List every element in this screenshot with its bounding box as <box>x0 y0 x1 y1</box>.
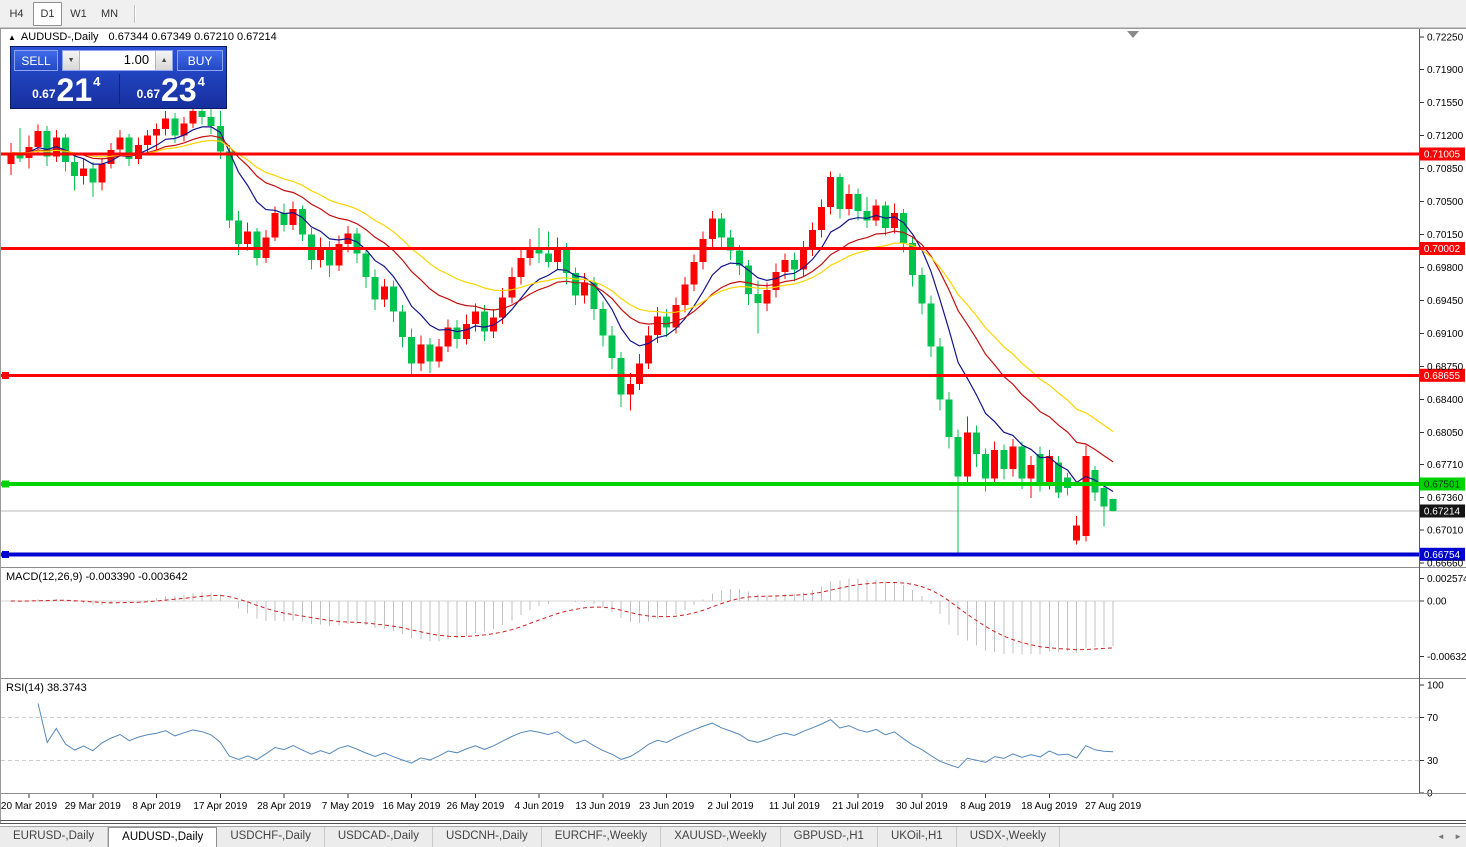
buy-price-pipette: 4 <box>198 74 205 89</box>
timeframe-buttons: H4D1W1MN <box>2 2 126 26</box>
trade-panel-divider <box>119 74 120 104</box>
symbol-tab-usdcnh[interactable]: USDCNH-,Daily <box>433 827 542 847</box>
svg-text:29 Mar 2019: 29 Mar 2019 <box>65 801 122 812</box>
chart-ohlc-values: 0.67344 0.67349 0.67210 0.67214 <box>109 31 277 43</box>
symbol-tabs: EURUSD-,DailyAUDUSD-,DailyUSDCHF-,DailyU… <box>0 827 1060 847</box>
volume-input[interactable]: 1.00 <box>80 51 155 70</box>
symbol-tab-audusd[interactable]: AUDUSD-,Daily <box>108 827 217 847</box>
svg-text:0.69450: 0.69450 <box>1427 296 1464 307</box>
svg-text:0.67214: 0.67214 <box>1424 507 1461 518</box>
svg-text:0.67360: 0.67360 <box>1427 493 1464 504</box>
svg-text:0.70150: 0.70150 <box>1427 230 1464 241</box>
svg-text:17 Apr 2019: 17 Apr 2019 <box>193 801 247 812</box>
timeframe-button-h4[interactable]: H4 <box>2 2 31 26</box>
svg-text:18 Aug 2019: 18 Aug 2019 <box>1021 801 1078 812</box>
sell-button[interactable]: SELL <box>14 50 58 71</box>
sell-price-big: 21 <box>57 75 93 105</box>
svg-text:0.00: 0.00 <box>1427 597 1447 608</box>
svg-text:0.68750: 0.68750 <box>1427 362 1464 373</box>
svg-text:0.002574: 0.002574 <box>1427 574 1466 585</box>
svg-text:0.72250: 0.72250 <box>1427 32 1464 43</box>
symbol-tab-eurusd[interactable]: EURUSD-,Daily <box>0 827 108 847</box>
svg-text:0.68050: 0.68050 <box>1427 428 1464 439</box>
timeframe-button-mn[interactable]: MN <box>95 2 124 26</box>
svg-text:0.67710: 0.67710 <box>1427 460 1464 471</box>
svg-text:13 Jun 2019: 13 Jun 2019 <box>575 801 630 812</box>
svg-text:0.70002: 0.70002 <box>1424 244 1461 255</box>
symbol-tab-usdcad[interactable]: USDCAD-,Daily <box>325 827 433 847</box>
svg-text:28 Apr 2019: 28 Apr 2019 <box>257 801 311 812</box>
svg-text:8 Apr 2019: 8 Apr 2019 <box>132 801 181 812</box>
symbol-tab-gbpusd[interactable]: GBPUSD-,H1 <box>781 827 878 847</box>
buy-button[interactable]: BUY <box>177 50 223 71</box>
svg-text:100: 100 <box>1427 681 1444 692</box>
sell-price-pipette: 4 <box>93 74 100 89</box>
svg-text:4 Jun 2019: 4 Jun 2019 <box>514 801 564 812</box>
symbol-tab-bar: EURUSD-,DailyAUDUSD-,DailyUSDCHF-,DailyU… <box>0 826 1466 847</box>
svg-text:30 Jul 2019: 30 Jul 2019 <box>896 801 948 812</box>
svg-text:0.67010: 0.67010 <box>1427 526 1464 537</box>
sell-price[interactable]: 0.67 21 4 <box>14 72 119 106</box>
buy-price[interactable]: 0.67 23 4 <box>119 72 224 106</box>
svg-text:27 Aug 2019: 27 Aug 2019 <box>1085 801 1142 812</box>
svg-text:70: 70 <box>1427 713 1439 724</box>
one-click-trade-panel: SELL ▼ 1.00 ▲ BUY 0.67 21 4 0.67 23 4 <box>10 46 227 109</box>
chart-title: ▲ AUDUSD-,Daily 0.67344 0.67349 0.67210 0.… <box>8 31 277 43</box>
chart-symbol-label: AUDUSD-,Daily <box>21 31 99 43</box>
svg-text:-0.006326: -0.006326 <box>1427 652 1466 663</box>
svg-text:0.67501: 0.67501 <box>1424 480 1461 491</box>
toolbar-separator <box>134 5 136 23</box>
svg-text:30: 30 <box>1427 756 1439 767</box>
svg-text:0.68400: 0.68400 <box>1427 395 1464 406</box>
macd-indicator-label: MACD(12,26,9) -0.003390 -0.003642 <box>6 571 188 583</box>
timeframe-button-w1[interactable]: W1 <box>64 2 93 26</box>
timeframe-button-d1[interactable]: D1 <box>33 2 62 26</box>
svg-text:0.69800: 0.69800 <box>1427 263 1464 274</box>
svg-text:2 Jul 2019: 2 Jul 2019 <box>707 801 754 812</box>
svg-text:8 Aug 2019: 8 Aug 2019 <box>960 801 1011 812</box>
volume-stepper: ▼ 1.00 ▲ <box>62 50 173 71</box>
tab-scroll-right-icon[interactable]: ► <box>1454 832 1462 841</box>
svg-text:26 May 2019: 26 May 2019 <box>446 801 504 812</box>
chart-window: 0.710050.700020.686550.675010.667540.672… <box>0 28 1466 826</box>
rsi-indicator-label: RSI(14) 38.3743 <box>6 682 87 694</box>
svg-text:0.70500: 0.70500 <box>1427 197 1464 208</box>
svg-text:21 Jul 2019: 21 Jul 2019 <box>832 801 884 812</box>
svg-text:0.71550: 0.71550 <box>1427 98 1464 109</box>
svg-text:0.71005: 0.71005 <box>1424 150 1461 161</box>
svg-text:16 May 2019: 16 May 2019 <box>383 801 441 812</box>
svg-text:0.70850: 0.70850 <box>1427 164 1464 175</box>
tab-scroll-left-icon[interactable]: ◄ <box>1437 832 1445 841</box>
svg-text:0.66660: 0.66660 <box>1427 559 1464 570</box>
chart-canvas[interactable]: 0.710050.700020.686550.675010.667540.672… <box>0 28 1466 826</box>
svg-text:0.71900: 0.71900 <box>1427 65 1464 76</box>
svg-text:23 Jun 2019: 23 Jun 2019 <box>639 801 694 812</box>
symbol-tab-usdchf[interactable]: USDCHF-,Daily <box>217 827 325 847</box>
buy-price-big: 23 <box>161 75 197 105</box>
symbol-tab-ukoil[interactable]: UKOil-,H1 <box>878 827 957 847</box>
sell-price-prefix: 0.67 <box>32 87 55 101</box>
tab-scroll-arrows: ◄ ► <box>1430 827 1462 847</box>
svg-text:11 Jul 2019: 11 Jul 2019 <box>769 801 820 812</box>
svg-text:20 Mar 2019: 20 Mar 2019 <box>1 801 58 812</box>
symbol-tab-xauusd[interactable]: XAUUSD-,Weekly <box>661 827 780 847</box>
svg-text:0.71200: 0.71200 <box>1427 131 1464 142</box>
symbol-tab-usdx[interactable]: USDX-,Weekly <box>957 827 1060 847</box>
buy-price-prefix: 0.67 <box>137 87 160 101</box>
svg-text:7 May 2019: 7 May 2019 <box>322 801 375 812</box>
volume-decrease-icon[interactable]: ▼ <box>63 51 80 70</box>
volume-increase-icon[interactable]: ▲ <box>155 51 172 70</box>
timeframe-toolbar: H4D1W1MN <box>0 0 1466 28</box>
symbol-tab-eurchf[interactable]: EURCHF-,Weekly <box>542 827 661 847</box>
svg-text:0.69100: 0.69100 <box>1427 329 1464 340</box>
trade-panel-collapse-icon[interactable]: ▲ <box>8 33 16 42</box>
